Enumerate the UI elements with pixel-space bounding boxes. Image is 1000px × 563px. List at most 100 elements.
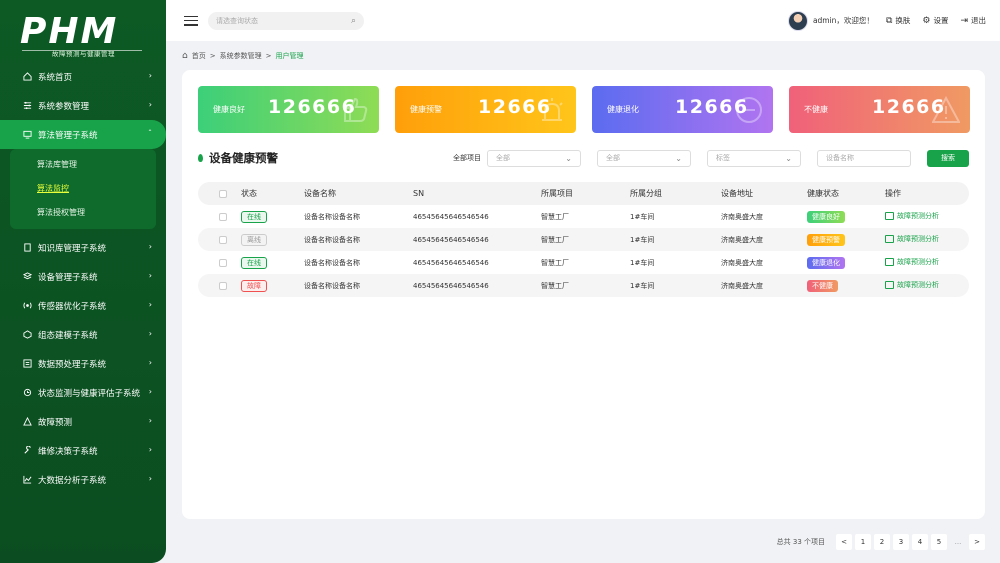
pagination-total: 总共 33 个项目 — [776, 538, 825, 546]
select-value: 全部 — [496, 154, 510, 162]
sidebar-item-device[interactable]: 设备管理子系统 › — [0, 262, 166, 291]
device-group: 1#车间 — [630, 258, 655, 267]
card-healthy[interactable]: 健康良好 126666 — [198, 86, 379, 133]
sidebar-item-label: 传感器优化子系统 — [38, 301, 107, 312]
op-label: 故障预测分析 — [897, 281, 939, 289]
header-actions: admin，欢迎您！ ⧉ 换肤 ⚙ 设置 ⇥ 退出 — [787, 10, 986, 31]
pagination-ellipsis: ... — [954, 538, 962, 546]
fault-analysis-link[interactable]: 故障预测分析 — [885, 211, 939, 221]
sidebar-item-knowledge[interactable]: 知识库管理子系统 › — [0, 233, 166, 262]
device-sn: 46545645646546546 — [413, 281, 489, 290]
device-group: 1#车间 — [630, 235, 655, 244]
table-header: 状态 设备名称 SN 所属项目 所属分组 设备地址 健康状态 操作 — [198, 182, 969, 205]
card-degraded[interactable]: 健康退化 12666 — [592, 86, 773, 133]
top-header: ⌕ admin，欢迎您！ ⧉ 换肤 ⚙ 设置 ⇥ 退出 — [166, 0, 1000, 41]
sidebar-item-home[interactable]: 系统首页 › — [0, 62, 166, 91]
device-project: 智慧工厂 — [541, 281, 569, 290]
logout-button[interactable]: ⇥ 退出 — [960, 15, 986, 26]
card-label: 不健康 — [804, 105, 828, 114]
avatar[interactable] — [787, 10, 808, 31]
settings-button[interactable]: ⚙ 设置 — [922, 15, 948, 26]
menu-toggle-icon[interactable] — [184, 15, 198, 26]
tag-select[interactable]: 标签 ⌄ — [707, 149, 801, 167]
device-sn: 46545645646546546 — [413, 258, 489, 267]
sidebar-subitem-library[interactable]: 算法库管理 — [10, 153, 156, 177]
group-select[interactable]: 全部 ⌄ — [597, 149, 691, 167]
sidebar-item-sensor[interactable]: 传感器优化子系统 › — [0, 291, 166, 320]
prev-page-button[interactable]: < — [836, 534, 852, 550]
chevron-right-icon: › — [148, 416, 152, 425]
device-address: 济南奥盛大度 — [721, 235, 763, 244]
sidebar-item-bigdata[interactable]: 大数据分析子系统 › — [0, 465, 166, 494]
search-icon[interactable]: ⌕ — [351, 16, 356, 26]
fault-analysis-link[interactable]: 故障预测分析 — [885, 280, 939, 290]
sidebar-subitem-license[interactable]: 算法授权管理 — [10, 201, 156, 225]
device-name: 设备名称设备名称 — [304, 258, 360, 267]
device-group: 1#车间 — [630, 281, 655, 290]
page-button-5[interactable]: 5 — [931, 534, 947, 550]
card-label: 健康良好 — [213, 105, 245, 114]
table-row[interactable]: 在线 设备名称设备名称 46545645646546546 智慧工厂 1#车间 … — [198, 251, 969, 274]
sidebar-item-maintenance[interactable]: 维修决策子系统 › — [0, 436, 166, 465]
health-badge: 健康退化 — [807, 256, 845, 269]
page-button-3[interactable]: 3 — [893, 534, 909, 550]
breadcrumb-mid[interactable]: 系统参数管理 — [220, 51, 262, 61]
sliders-icon — [22, 101, 32, 111]
skin-icon: ⧉ — [885, 15, 893, 26]
device-project: 智慧工厂 — [541, 212, 569, 221]
device-name-input[interactable] — [817, 149, 911, 167]
sidebar-item-preprocess[interactable]: 数据预处理子系统 › — [0, 349, 166, 378]
table-row[interactable]: 离线 设备名称设备名称 46545645646546546 智慧工厂 1#车间 … — [198, 228, 969, 251]
image-icon — [885, 258, 894, 266]
header-health: 健康状态 — [807, 189, 839, 198]
breadcrumb: ⌂ 首页 > 系统参数管理 > 用户管理 — [182, 51, 303, 61]
next-page-button[interactable]: > — [969, 534, 985, 550]
sidebar-item-label: 维修决策子系统 — [38, 446, 98, 457]
device-group: 1#车间 — [630, 212, 655, 221]
algorithm-submenu: 算法库管理 算法监控 算法授权管理 — [10, 149, 156, 229]
select-value: 标签 — [716, 154, 730, 162]
breadcrumb-current: 用户管理 — [275, 52, 304, 60]
row-checkbox[interactable] — [219, 258, 227, 267]
skin-label: 换肤 — [895, 16, 911, 25]
chevron-down-icon: ⌄ — [675, 153, 682, 163]
chevron-right-icon: › — [148, 474, 152, 483]
chevron-right-icon: › — [148, 71, 152, 80]
row-checkbox[interactable] — [219, 235, 227, 244]
sidebar-item-algorithm[interactable]: 算法管理子系统 ˆ — [0, 120, 166, 149]
table-row[interactable]: 故障 设备名称设备名称 46545645646546546 智慧工厂 1#车间 … — [198, 274, 969, 297]
project-select[interactable]: 全部 ⌄ — [487, 149, 581, 167]
row-checkbox[interactable] — [219, 281, 227, 290]
leaf-icon — [198, 154, 203, 162]
page-button-2[interactable]: 2 — [874, 534, 890, 550]
fault-analysis-link[interactable]: 故障预测分析 — [885, 257, 939, 267]
sidebar-item-fault[interactable]: 故障预测 › — [0, 407, 166, 436]
home-icon[interactable]: ⌂ — [182, 51, 188, 61]
card-unhealthy[interactable]: 不健康 12666 — [789, 86, 970, 133]
page-button-4[interactable]: 4 — [912, 534, 928, 550]
select-all-checkbox[interactable] — [219, 189, 227, 198]
image-icon — [885, 281, 894, 289]
sidebar-item-health[interactable]: 状态监测与健康评估子系统 › — [0, 378, 166, 407]
sidebar-item-label: 状态监测与健康评估子系统 — [38, 388, 141, 399]
card-warning[interactable]: 健康预警 12666 — [395, 86, 576, 133]
op-label: 故障预测分析 — [897, 235, 939, 243]
image-icon — [885, 212, 894, 220]
header-status: 状态 — [241, 189, 257, 198]
skin-button[interactable]: ⧉ 换肤 — [886, 15, 910, 26]
sidebar-item-modeling[interactable]: 组态建模子系统 › — [0, 320, 166, 349]
sidebar-item-params[interactable]: 系统参数管理 › — [0, 91, 166, 120]
page-button-1[interactable]: 1 — [855, 534, 871, 550]
device-address: 济南奥盛大度 — [721, 281, 763, 290]
search-input[interactable] — [216, 16, 336, 25]
search-button[interactable]: 搜索 — [927, 149, 969, 167]
device-sn: 46545645646546546 — [413, 235, 489, 244]
breadcrumb-home[interactable]: 首页 — [192, 51, 206, 61]
row-checkbox[interactable] — [219, 212, 227, 221]
monitor-icon — [22, 130, 32, 140]
select-value: 全部 — [606, 154, 620, 162]
sidebar: PHM 故障预测与健康管理 系统首页 › 系统参数管理 › 算法管理子系统 ˆ … — [0, 0, 166, 563]
sidebar-subitem-monitor[interactable]: 算法监控 — [10, 177, 156, 201]
fault-analysis-link[interactable]: 故障预测分析 — [885, 234, 939, 244]
table-row[interactable]: 在线 设备名称设备名称 46545645646546546 智慧工厂 1#车间 … — [198, 205, 969, 228]
